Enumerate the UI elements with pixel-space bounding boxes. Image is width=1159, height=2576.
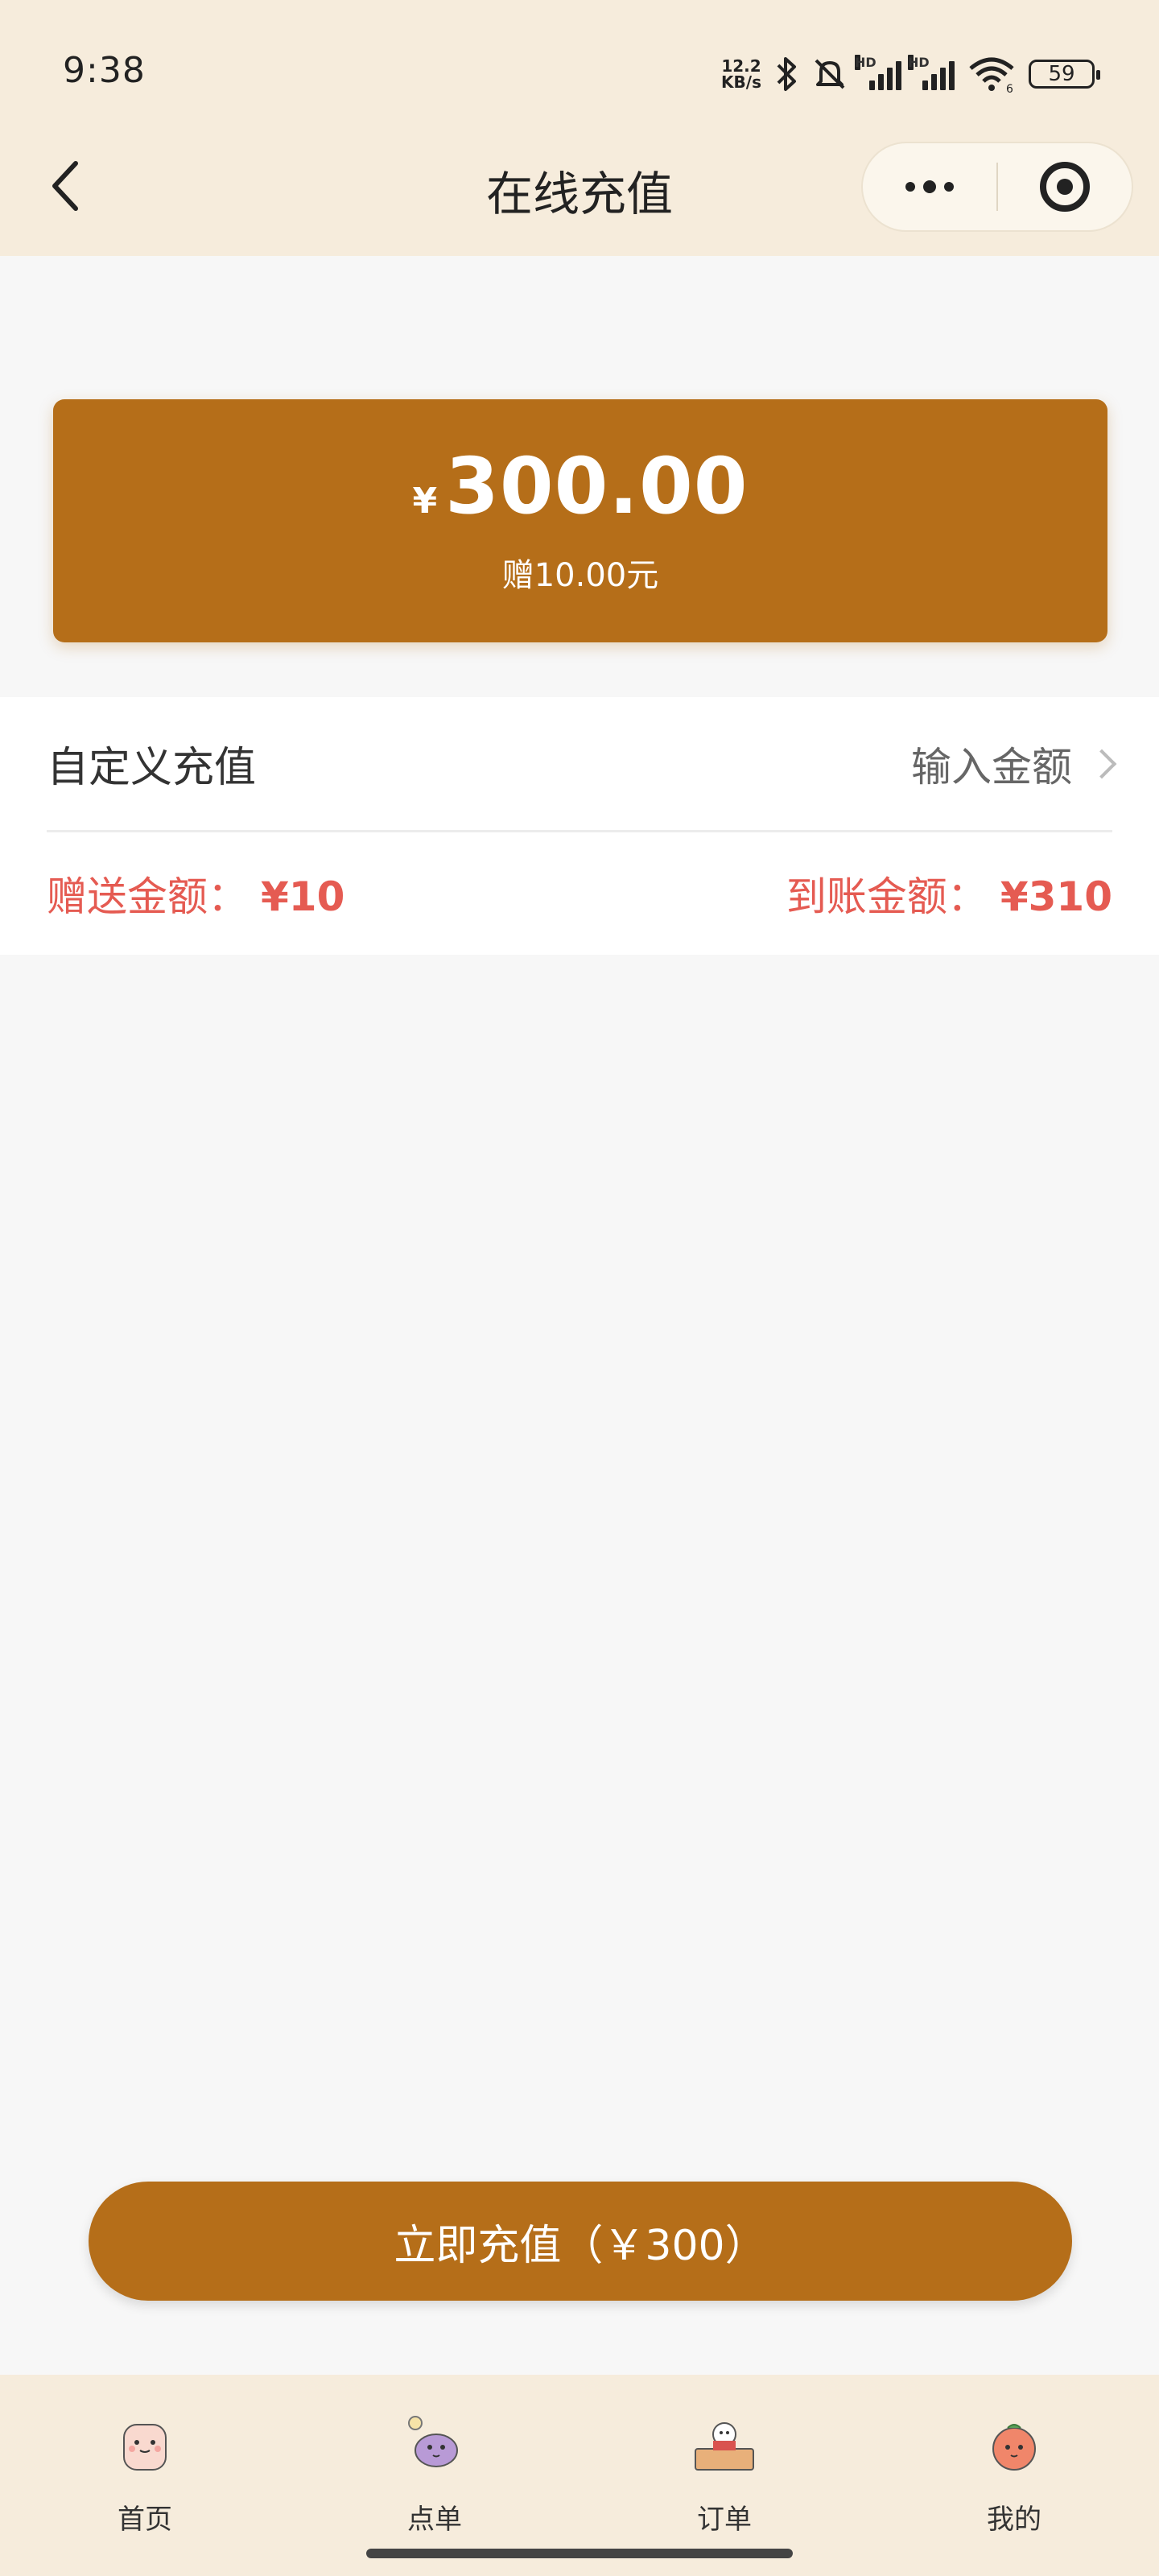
amount-input-placeholder: 输入金额 [911,743,1072,791]
tab-order-label: 点单 [407,2504,462,2536]
tab-home-label: 首页 [118,2504,172,2536]
bottom-tab-bar: 首页 点单 订单 我的 [0,2375,1159,2576]
mute-bell-icon [815,59,845,89]
signal-icon: HD [855,55,901,90]
tab-order[interactable]: 点单 [290,2375,580,2576]
signal-icon: HD [908,55,955,90]
close-program-button[interactable] [998,143,1132,230]
home-indicator[interactable] [366,2549,793,2558]
svg-text:6: 6 [1006,83,1013,93]
gift-value: ¥10 [261,873,345,920]
chevron-right-icon [1087,749,1117,778]
home-mascot-icon [123,2424,167,2471]
recharge-amount: ¥ 300.00 [53,441,1107,531]
tab-profile[interactable]: 我的 [869,2375,1159,2576]
wifi-icon: 6 [969,57,1014,93]
arrive-amount: 到账金额： ¥310 [786,865,1112,923]
network-speed-value: 12.2 [721,56,761,76]
recharge-now-button[interactable]: 立即充值（￥300） [89,2182,1072,2301]
status-time: 9:38 [63,50,146,91]
network-speed-unit: KB/s [721,72,761,92]
target-icon [1040,162,1090,212]
order-mascot-icon [408,2416,458,2467]
top-bar: 9:38 12.2 KB/s HD HD 6 59 在线充值 [0,0,1159,256]
amount-value: 300.00 [445,441,749,531]
gift-amount: 赠送金额： ¥10 [47,865,344,923]
more-button[interactable] [863,143,996,230]
recharge-summary: 赠送金额： ¥10 到账金额： ¥310 [47,832,1112,955]
custom-recharge-row[interactable]: 自定义充值 输入金额 [47,697,1117,832]
arrive-label: 到账金额： [786,873,988,920]
mini-program-capsule [861,142,1133,232]
custom-recharge-section: 自定义充值 输入金额 赠送金额： ¥10 到账金额： ¥310 [0,697,1159,955]
bluetooth-icon [777,57,796,91]
page: 9:38 12.2 KB/s HD HD 6 59 在线充值 ¥ 300.00 … [0,0,1159,2576]
amount-input[interactable]: 输入金额 [911,735,1117,793]
arrive-value: ¥310 [1000,873,1112,920]
profile-mascot-icon [992,2424,1036,2471]
tab-profile-label: 我的 [987,2504,1041,2536]
more-dots-icon [905,180,954,193]
status-icons: 12.2 KB/s HD HD 6 59 [721,52,1100,97]
hd-label: HD [908,55,930,70]
tab-home[interactable]: 首页 [0,2375,290,2576]
gift-label: 赠送金额： [47,873,248,920]
custom-recharge-label: 自定义充值 [47,744,257,792]
currency-symbol: ¥ [412,481,438,522]
tab-orders[interactable]: 订单 [580,2375,869,2576]
tab-orders-label: 订单 [697,2504,752,2536]
battery-level: 59 [1048,62,1075,86]
battery-icon: 59 [1029,60,1100,89]
bonus-text: 赠10.00元 [501,557,659,594]
orders-mascot-icon [695,2422,754,2471]
network-speed: 12.2 KB/s [721,58,761,90]
recharge-option-card[interactable]: ¥ 300.00 赠10.00元 [53,399,1107,642]
hd-label: HD [855,55,876,70]
